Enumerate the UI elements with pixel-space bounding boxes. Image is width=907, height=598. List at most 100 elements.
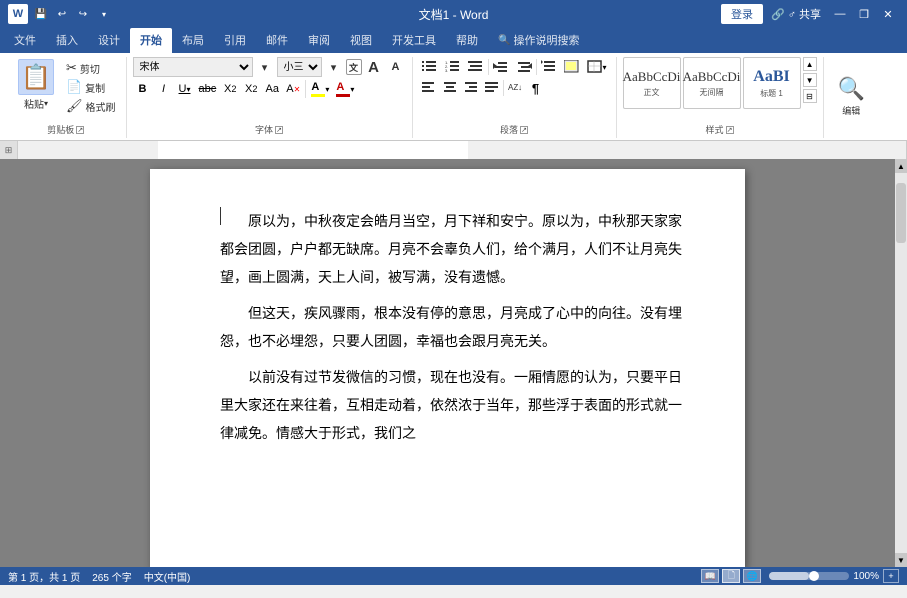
tab-references[interactable]: 引用: [214, 28, 256, 53]
font-group-label: 字体: [255, 123, 273, 136]
login-button[interactable]: 登录: [721, 4, 763, 24]
clear-format-button[interactable]: A ✕: [283, 79, 303, 99]
tab-design[interactable]: 设计: [88, 28, 130, 53]
vertical-scrollbar: ▲ ▼: [895, 159, 907, 567]
styles-group-top: AaBbCcDi 正文 AaBbCcDi 无间隔 AaBI 标题 1: [623, 57, 817, 123]
zoom-slider[interactable]: [769, 572, 849, 580]
print-view-btn[interactable]: 🗋: [722, 569, 740, 583]
style-normal[interactable]: AaBbCcDi 正文: [623, 57, 681, 109]
tab-help[interactable]: 帮助: [446, 28, 488, 53]
qa-dropdown-btn[interactable]: ▾: [95, 5, 113, 23]
font-color-indicator: [336, 94, 350, 97]
scroll-track[interactable]: [895, 173, 907, 553]
scroll-thumb[interactable]: [896, 183, 906, 243]
zoom-in-btn[interactable]: +: [883, 569, 899, 583]
tab-search[interactable]: 🔍 操作说明搜索: [488, 28, 589, 53]
underline-button[interactable]: U ▾: [175, 79, 195, 99]
subscript-button[interactable]: X2: [220, 79, 240, 99]
read-view-btn[interactable]: 📖: [701, 569, 719, 583]
tab-mailings[interactable]: 邮件: [256, 28, 298, 53]
styles-scroll-up-btn[interactable]: ▲: [803, 57, 817, 71]
tab-view[interactable]: 视图: [340, 28, 382, 53]
svg-text:3.: 3.: [445, 68, 448, 73]
shading-button[interactable]: [561, 57, 583, 77]
sort-button[interactable]: AZ↓: [505, 78, 525, 98]
ribbon-content: 📋 粘贴 ▾ ✂ 剪切 📄 复制: [0, 53, 907, 141]
tab-insert[interactable]: 插入: [46, 28, 88, 53]
change-case-button[interactable]: Aa: [262, 79, 282, 99]
italic-button[interactable]: I: [154, 79, 174, 99]
document-scroll-area[interactable]: 原以为，中秋夜定会皓月当空，月下祥和安宁。原以为，中秋那天家家都会团圆，户户都无…: [0, 159, 895, 567]
font-color-button[interactable]: A ▾: [333, 79, 357, 99]
styles-more-btn[interactable]: ⊟: [803, 89, 817, 103]
align-left-button[interactable]: [419, 78, 439, 98]
copy-button[interactable]: 📄 复制: [62, 78, 120, 96]
tab-developer[interactable]: 开发工具: [382, 28, 446, 53]
scroll-up-button[interactable]: ▲: [895, 159, 907, 173]
clipboard-expand-icon[interactable]: ↗: [76, 126, 84, 134]
ruler-corner[interactable]: ⊞: [0, 141, 18, 159]
minimize-button[interactable]: —: [829, 5, 851, 23]
paste-dropdown-icon[interactable]: ▾: [44, 99, 48, 108]
format-painter-icon: 🖌: [66, 98, 83, 114]
close-button[interactable]: ✕: [877, 5, 899, 23]
paste-button[interactable]: 📋 粘贴 ▾: [12, 57, 60, 113]
web-view-btn[interactable]: 🌐: [743, 569, 761, 583]
numbering-button[interactable]: 1.2.3.: [442, 57, 464, 77]
decrease-indent-button[interactable]: [490, 57, 512, 77]
editing-group: 🔍 编辑: [824, 57, 879, 138]
undo-quick-btn[interactable]: ↩: [53, 5, 71, 23]
strikethrough-button[interactable]: abc: [196, 79, 220, 99]
restore-button[interactable]: ❐: [853, 5, 875, 23]
style-nospacing[interactable]: AaBbCcDi 无间隔: [683, 57, 741, 109]
scroll-down-button[interactable]: ▼: [895, 553, 907, 567]
tab-file[interactable]: 文件: [4, 28, 46, 53]
tab-layout[interactable]: 布局: [172, 28, 214, 53]
underline-dropdown[interactable]: ▾: [186, 85, 190, 94]
font-size-dropdown-btn[interactable]: ▾: [324, 57, 344, 77]
increase-indent-button[interactable]: [513, 57, 535, 77]
font-shrink-btn[interactable]: A: [386, 57, 406, 77]
document-page[interactable]: 原以为，中秋夜定会皓月当空，月下祥和安宁。原以为，中秋那天家家都会团圆，户户都无…: [150, 169, 745, 567]
align-right-button[interactable]: [461, 78, 481, 98]
cut-button[interactable]: ✂ 剪切: [62, 59, 120, 77]
font-name-select[interactable]: 宋体: [133, 57, 253, 77]
share-button[interactable]: 🔗 ♂ 共享: [765, 4, 827, 24]
find-button[interactable]: 🔍 编辑: [830, 72, 873, 121]
wynneditor-icon[interactable]: 文: [346, 59, 362, 75]
save-quick-btn[interactable]: 💾: [32, 5, 50, 23]
find-label: 编辑: [842, 104, 860, 117]
paste-icon: 📋: [18, 59, 54, 95]
tab-home[interactable]: 开始: [130, 28, 172, 53]
format-painter-button[interactable]: 🖌 格式刷: [62, 97, 120, 115]
align-center-button[interactable]: [440, 78, 460, 98]
bold-button[interactable]: B: [133, 79, 153, 99]
para-expand-icon[interactable]: ↗: [520, 126, 528, 134]
highlight-color-indicator: [311, 94, 325, 97]
font-expand-icon[interactable]: ↗: [275, 126, 283, 134]
font-grow-btn[interactable]: A: [364, 57, 384, 77]
show-para-button[interactable]: ¶: [526, 78, 546, 98]
zoom-thumb[interactable]: [809, 571, 819, 581]
font-size-select[interactable]: 小三: [277, 57, 322, 77]
doc-paragraph-3[interactable]: 以前没有过节发微信的习惯，现在也没有。一厢情愿的认为，只要平日里大家还在来往着，…: [220, 365, 685, 449]
svg-text:↓: ↓: [518, 83, 522, 92]
font-name-dropdown-btn[interactable]: ▾: [255, 57, 275, 77]
doc-paragraph-1[interactable]: 原以为，中秋夜定会皓月当空，月下祥和安宁。原以为，中秋那天家家都会团圆，户户都无…: [220, 209, 685, 293]
styles-scroll-down-btn[interactable]: ▼: [803, 73, 817, 87]
redo-quick-btn[interactable]: ↪: [74, 5, 92, 23]
highlight-button[interactable]: A ▾: [308, 79, 332, 99]
bullets-button[interactable]: [419, 57, 441, 77]
style-heading1[interactable]: AaBI 标题 1: [743, 57, 801, 109]
justify-button[interactable]: [482, 78, 502, 98]
styles-expand-icon[interactable]: ↗: [726, 126, 734, 134]
paste-label: 粘贴: [24, 96, 44, 111]
main-area: 原以为，中秋夜定会皓月当空，月下祥和安宁。原以为，中秋那天家家都会团圆，户户都无…: [0, 159, 907, 567]
multilevel-button[interactable]: [465, 57, 487, 77]
tab-review[interactable]: 审阅: [298, 28, 340, 53]
border-button[interactable]: ▾: [584, 57, 610, 77]
doc-paragraph-2[interactable]: 但这天，疾风骤雨，根本没有停的意思，月亮成了心中的向往。没有埋怨，也不必埋怨，只…: [220, 301, 685, 357]
quick-access-toolbar: 💾 ↩ ↪ ▾: [32, 5, 113, 23]
line-spacing-button[interactable]: [538, 57, 560, 77]
superscript-button[interactable]: X2: [241, 79, 261, 99]
